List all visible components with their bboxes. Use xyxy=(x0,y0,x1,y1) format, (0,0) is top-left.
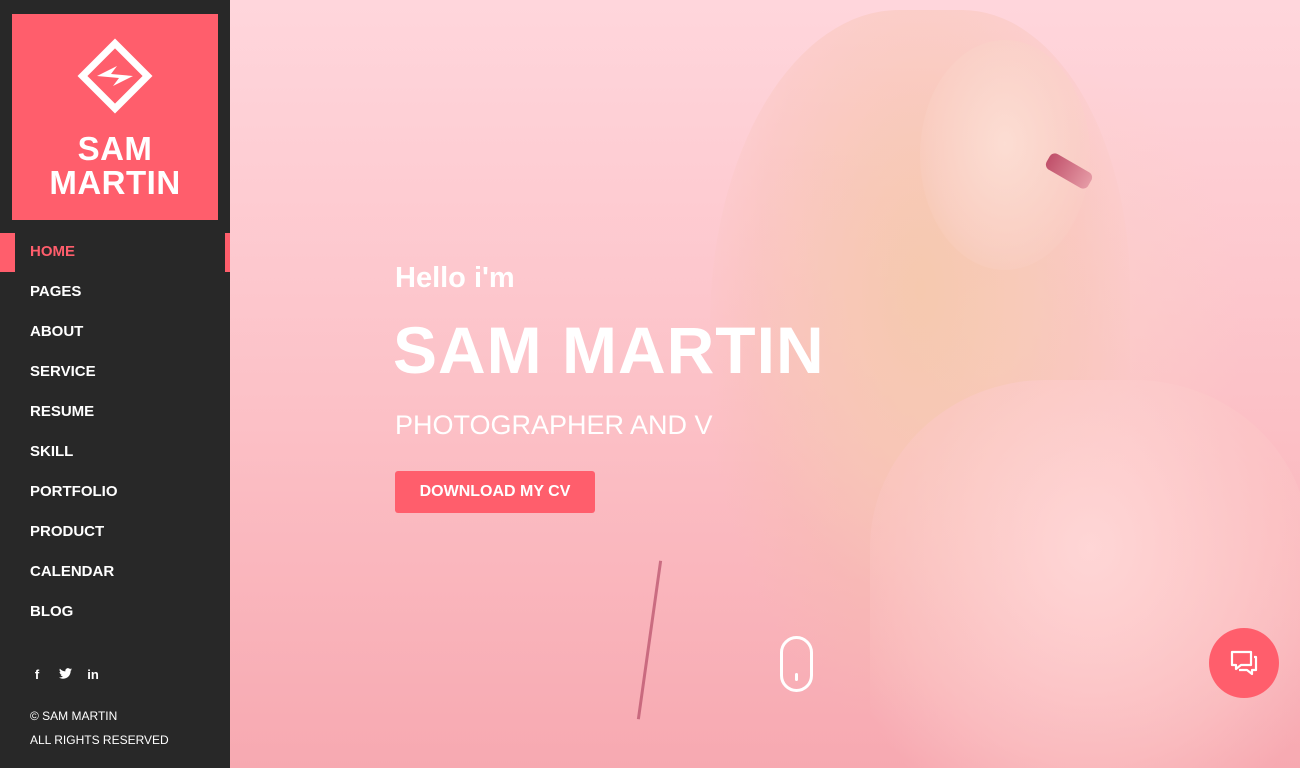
nav-item-resume[interactable]: RESUME xyxy=(0,392,230,432)
mouse-scroll-icon[interactable] xyxy=(780,636,813,692)
copyright-text: © SAM MARTIN xyxy=(30,709,118,723)
diamond-s-logo-icon xyxy=(77,38,153,114)
logo[interactable]: SAM MARTIN xyxy=(12,14,218,220)
chat-bubbles-icon xyxy=(1230,650,1258,676)
nav-item-portfolio[interactable]: PORTFOLIO xyxy=(0,472,230,512)
nav-item-blog[interactable]: BLOG xyxy=(0,592,230,632)
nav-item-about[interactable]: ABOUT xyxy=(0,312,230,352)
linkedin-icon[interactable]: in xyxy=(86,667,100,682)
nav-item-product[interactable]: PRODUCT xyxy=(0,512,230,552)
sidebar: SAM MARTIN HOME PAGES ABOUT SERVICE RESU… xyxy=(0,0,230,768)
nav-item-skill[interactable]: SKILL xyxy=(0,432,230,472)
social-links: f in xyxy=(30,667,100,682)
hero-name: SAM MARTIN xyxy=(393,313,825,387)
logo-name-line1: SAM xyxy=(77,130,153,167)
logo-name: SAM MARTIN xyxy=(49,132,180,200)
nav-item-calendar[interactable]: CALENDAR xyxy=(0,552,230,592)
rights-text: ALL RIGHTS RESERVED xyxy=(30,733,169,747)
hero-section: Hello i'm SAM MARTIN PHOTOGRAPHER AND V … xyxy=(230,0,1300,768)
nav-item-home[interactable]: HOME xyxy=(0,232,230,272)
twitter-icon[interactable] xyxy=(58,667,72,682)
facebook-icon[interactable]: f xyxy=(30,667,44,682)
hero-photo-face xyxy=(920,40,1090,270)
nav-item-pages[interactable]: PAGES xyxy=(0,272,230,312)
hero-photo-body xyxy=(870,380,1300,768)
hero-photo-stick xyxy=(636,560,663,720)
hero-greeting: Hello i'm xyxy=(395,262,515,294)
logo-name-line2: MARTIN xyxy=(49,164,181,201)
copyright: © SAM MARTIN ALL RIGHTS RESERVED xyxy=(30,704,169,752)
chat-button[interactable] xyxy=(1209,628,1279,698)
main-nav: HOME PAGES ABOUT SERVICE RESUME SKILL PO… xyxy=(0,232,230,632)
nav-item-service[interactable]: SERVICE xyxy=(0,352,230,392)
hero-role: PHOTOGRAPHER AND V xyxy=(395,410,713,440)
download-cv-button[interactable]: DOWNLOAD MY CV xyxy=(395,471,595,513)
